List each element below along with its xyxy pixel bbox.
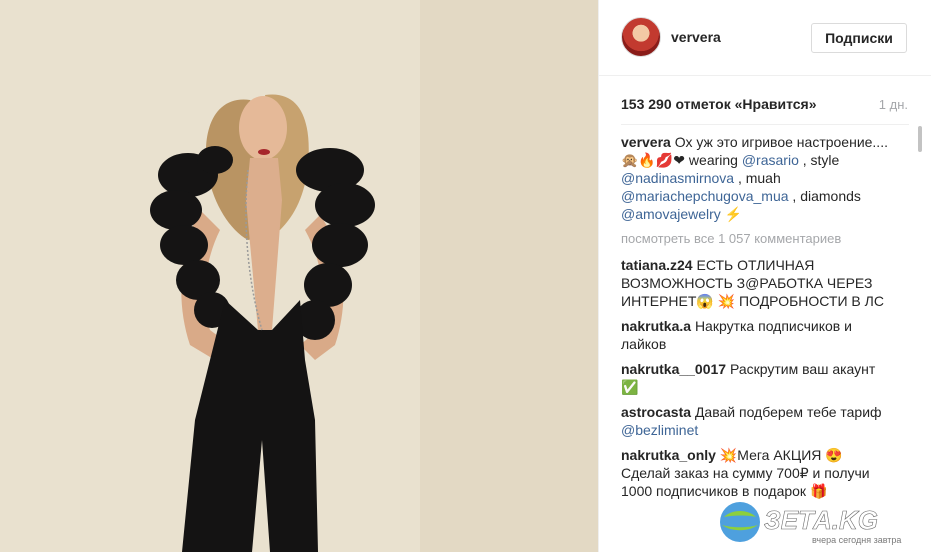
comment: astrocasta Давай подберем тебе тариф @be… [621,403,891,439]
following-button[interactable]: Подписки [811,23,907,53]
comment-username[interactable]: nakrutka.a [621,318,691,334]
divider [621,124,909,125]
comment-username[interactable]: nakrutka__0017 [621,361,726,377]
watermark-slogan: вчера сегодня завтра [812,535,901,545]
caption-text: , diamonds [792,188,861,204]
mention-link[interactable]: @rasario [742,152,799,168]
caption-text: Ох уж это игривое настроение.... [674,134,888,150]
comment-text: Давай подберем тебе тариф [694,404,882,420]
lightning-icon: ⚡ [724,206,743,222]
zeta-logo: ЗЕТА.KG вчера сегодня завтра [720,502,901,545]
view-all-comments-link[interactable]: посмотреть все 1 057 комментариев [621,230,891,248]
post-time[interactable]: 1 дн. [879,97,908,112]
mention-link[interactable]: @bezliminet [621,422,698,438]
caption-emoji: 🙊🔥💋❤ [621,152,686,168]
comment-username[interactable]: tatiana.z24 [621,257,693,273]
likes-count[interactable]: 153 290 отметок «Нравится» [621,96,817,112]
caption: ververa Ох уж это игривое настроение....… [621,133,891,223]
instagram-post: ververa Подписки 153 290 отметок «Нравит… [0,0,931,552]
mention-link[interactable]: @mariachepchugova_mua [621,188,789,204]
caption-text: wearing [688,152,738,168]
post-sidebar: ververa Подписки 153 290 отметок «Нравит… [598,0,931,552]
author-username[interactable]: ververa [671,29,721,45]
caption-text: , style [802,152,840,168]
post-photo[interactable] [0,0,598,552]
watermark-brand: ЗЕТА.KG [764,505,878,535]
comment-username[interactable]: nakrutka_only [621,447,716,463]
avatar[interactable] [621,17,661,57]
comment: nakrutka__0017 Раскрутим ваш акаунт ✅ [621,360,891,396]
watermark-logo: ЗЕТА.KG вчера сегодня завтра [712,497,927,547]
scrollbar-thumb[interactable] [918,126,922,152]
caption-username[interactable]: ververa [621,134,671,150]
mention-link[interactable]: @amovajewelry [621,206,721,222]
comment: nakrutka.a Накрутка подписчиков и лайков [621,317,891,353]
mention-link[interactable]: @nadinasmirnova [621,170,734,186]
comments-list: ververa Ох уж это игривое настроение....… [621,133,891,507]
woman-photo-illustration [0,0,598,552]
comment: nakrutka_only 💥Мега АКЦИЯ 😍 Сделай заказ… [621,446,891,500]
comments-scrollbar[interactable] [918,126,922,556]
caption-text: , muah [737,170,781,186]
post-header: ververa Подписки [599,0,931,76]
comment: tatiana.z24 ЕСТЬ ОТЛИЧНАЯ ВОЗМОЖНОСТЬ З@… [621,256,891,310]
comment-username[interactable]: astrocasta [621,404,691,420]
